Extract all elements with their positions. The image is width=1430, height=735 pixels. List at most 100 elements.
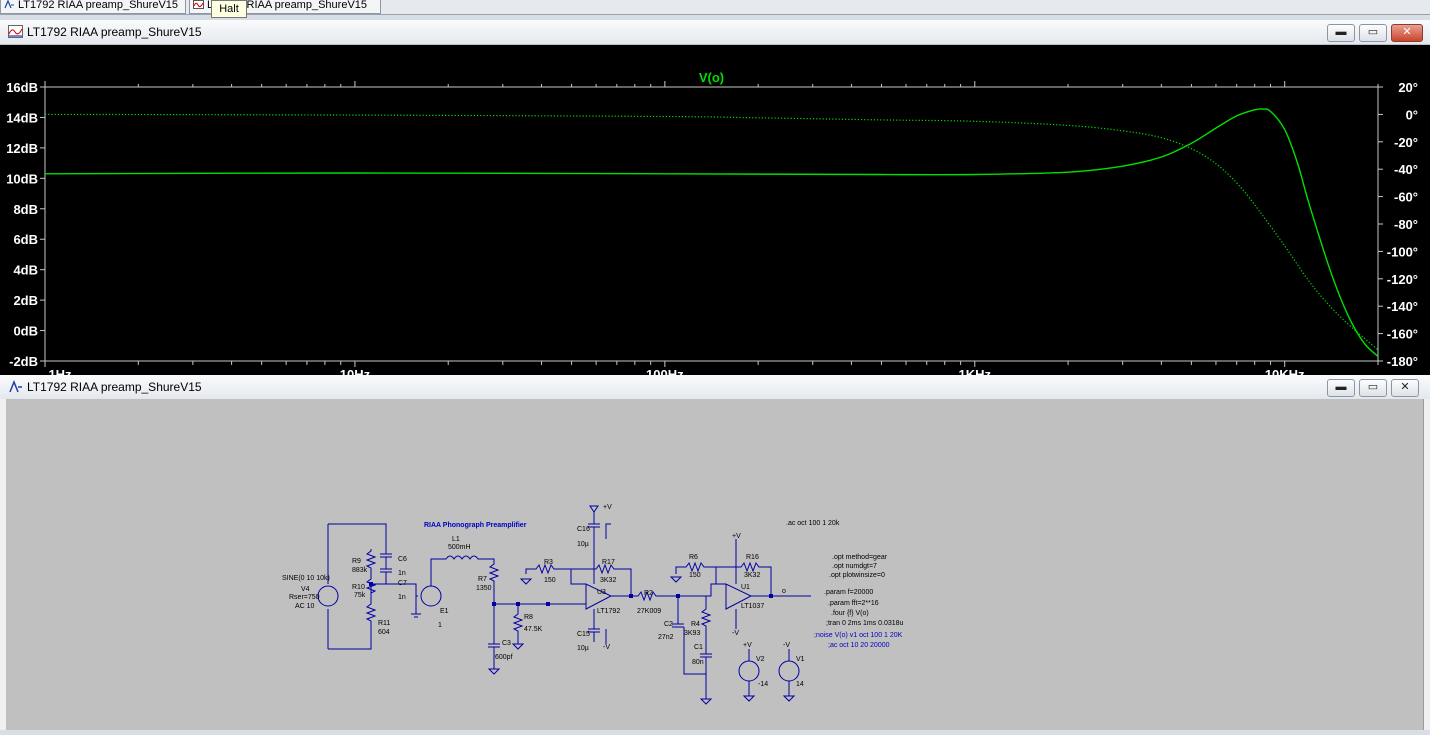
supply-neg-label: -V (732, 630, 739, 637)
y-tick-label: 0dB (13, 324, 38, 339)
u3-name: U3 (597, 589, 606, 596)
r6-value: 150 (689, 572, 701, 579)
plot-window: LT1792 RIAA preamp_ShureV15 ▬ ▭ ✕ 16dB 14… (0, 20, 1430, 384)
schematic-window: LT1792 RIAA preamp_ShureV15 ▬ ▭ ✕ RIAA P… (0, 375, 1430, 730)
ac-directive: .ac oct 100 1 20k (786, 520, 840, 527)
u1-name: U1 (741, 584, 750, 591)
r4-value: 3K93 (684, 630, 700, 637)
plot-frame (44, 86, 1379, 362)
plot-window-titlebar[interactable]: LT1792 RIAA preamp_ShureV15 ▬ ▭ ✕ (0, 20, 1430, 45)
c2-value: 27n2 (658, 634, 674, 641)
bode-plot[interactable]: 16dB 14dB 12dB 10dB 8dB 6dB 4dB 2dB 0dB -2dB 20° 0°… (0, 45, 1430, 384)
y2-tick-label: 20° (1398, 80, 1418, 95)
restore-button[interactable]: ▭ (1359, 24, 1387, 42)
v1-value: 14 (796, 681, 804, 688)
l1-name: L1 (452, 536, 460, 543)
plot-traces (44, 108, 1379, 357)
r10-name: R10 (352, 584, 365, 591)
comment-line: ;ac oct 10 20 20000 (828, 642, 890, 649)
waveform-plot-pane[interactable]: 16dB 14dB 12dB 10dB 8dB 6dB 4dB 2dB 0dB -2dB 20° 0°… (0, 45, 1430, 384)
waveform-window-icon (8, 25, 23, 38)
chart-title: V(o) (699, 70, 724, 85)
y-tick-label: 14dB (6, 110, 38, 125)
r2-value: 27K009 (637, 608, 661, 615)
r6-name: R6 (689, 554, 698, 561)
comment-line: ;noise V(o) v1 oct 100 1 20K (814, 632, 903, 639)
y-tick-label: 2dB (13, 293, 38, 308)
y-tick-label: -2dB (9, 354, 38, 369)
y2-tick-label: -20° (1394, 135, 1418, 150)
y2-tick-label: 0° (1406, 107, 1418, 122)
y-tick-label: 6dB (13, 232, 38, 247)
r16-name: R16 (746, 554, 759, 561)
c3-name: C3 (502, 640, 511, 647)
y-tick-label: 12dB (6, 141, 38, 156)
restore-button[interactable]: ▭ (1359, 379, 1387, 397)
r3-name: R3 (544, 559, 553, 566)
r7-value: 1350 (476, 585, 492, 592)
r4-name: R4 (691, 621, 700, 628)
c6-name: C6 (398, 556, 407, 563)
u3-value: LT1792 (597, 608, 620, 615)
param-line: ;tran 0 2ms 1ms 0.0318u (826, 620, 904, 627)
plot-labels: 16dB 14dB 12dB 10dB 8dB 6dB 4dB 2dB 0dB -2dB 20° 0°… (6, 70, 1418, 382)
supply-neg-label: -V (603, 644, 610, 651)
v2-name: V2 (756, 656, 765, 663)
v1-name: V1 (796, 656, 805, 663)
r11-value: 604 (378, 629, 390, 636)
r16-value: 3K32 (744, 572, 760, 579)
source-ac: AC 10 (295, 603, 315, 610)
minimize-button[interactable]: ▬ (1327, 379, 1355, 397)
supply-v1-symbol (778, 660, 800, 682)
y2-tick-label: -140° (1387, 299, 1418, 314)
c16-value: 10µ (577, 541, 589, 548)
c7-name: C7 (398, 580, 407, 587)
y2-tick-label: -120° (1387, 272, 1418, 287)
param-line: .param fft=2**16 (828, 600, 879, 607)
schematic-heading: RIAA Phonograph Preamplifier (424, 522, 527, 529)
schematic-window-title: LT1792 RIAA preamp_ShureV15 (27, 380, 202, 394)
r3-value: 150 (544, 577, 556, 584)
schematic-drawing[interactable]: RIAA Phonograph Preamplifier SINE(0 10 1… (6, 399, 1424, 730)
source-name: V4 (301, 586, 310, 593)
ecs-e1-symbol (420, 585, 442, 607)
option-line: .opt numdgt=7 (832, 563, 877, 570)
c1-value: 80n (692, 659, 704, 666)
y2-tick-label: -160° (1387, 327, 1418, 342)
r8-value: 47.5K (524, 626, 543, 633)
supply-neg-label: -V (783, 642, 790, 649)
close-button[interactable]: ✕ (1391, 24, 1423, 42)
y2-tick-label: -60° (1394, 190, 1418, 205)
tooltip: Halt (211, 0, 247, 18)
option-line: .opt method=gear (832, 554, 888, 561)
c15-name: C15 (577, 631, 590, 638)
r2-name: R2 (644, 590, 653, 597)
r10-value: 75k (354, 592, 366, 599)
y2-tick-label: -180° (1387, 354, 1418, 369)
option-line: .opt plotwinsize=0 (829, 572, 885, 579)
c2-name: C2 (664, 621, 673, 628)
r8-name: R8 (524, 614, 533, 621)
tab-label: LT1792 RIAA preamp_ShureV15 (18, 0, 179, 11)
minimize-button[interactable]: ▬ (1327, 24, 1355, 42)
r17-value: 3K32 (600, 577, 616, 584)
r9-value: 883k (352, 567, 368, 574)
y-tick-label: 4dB (13, 263, 38, 278)
y2-tick-label: -40° (1394, 162, 1418, 177)
schematic-window-titlebar[interactable]: LT1792 RIAA preamp_ShureV15 ▬ ▭ ✕ (0, 375, 1430, 400)
tab-schematic[interactable]: LT1792 RIAA preamp_ShureV15 (0, 0, 186, 14)
c15-value: 10µ (577, 645, 589, 652)
e1-value: 1 (438, 622, 442, 629)
param-line: .param f=20000 (824, 589, 873, 596)
schematic-canvas[interactable]: RIAA Phonograph Preamplifier SINE(0 10 1… (6, 399, 1424, 730)
supply-pos-label: +V (743, 642, 752, 649)
window-border (1423, 399, 1430, 730)
y-tick-label: 10dB (6, 171, 38, 186)
c16-name: C16 (577, 526, 590, 533)
schematic-window-icon (9, 380, 22, 393)
output-label: o (782, 588, 786, 595)
close-button[interactable]: ✕ (1391, 379, 1419, 397)
source-v4-symbol (317, 585, 339, 607)
e1-name: E1 (440, 608, 449, 615)
r11-name: R11 (378, 620, 390, 627)
